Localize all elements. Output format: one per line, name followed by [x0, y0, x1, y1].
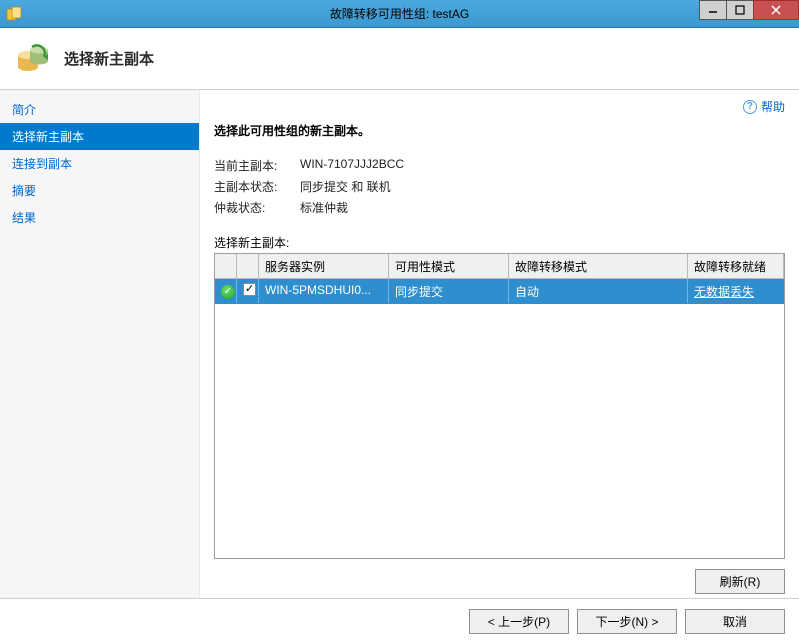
replica-grid: 服务器实例 可用性模式 故障转移模式 故障转移就绪 ✓ WIN-5PMSDHUI… [214, 253, 785, 559]
wizard-icon [14, 41, 50, 77]
refresh-button[interactable]: 刷新(R) [695, 569, 785, 594]
prev-button[interactable]: < 上一步(P) [469, 609, 569, 634]
grid-header: 服务器实例 可用性模式 故障转移模式 故障转移就绪 [215, 254, 784, 279]
col-readiness: 故障转移就绪 [688, 254, 784, 278]
app-icon [6, 6, 22, 22]
primary-state-value: 同步提交 和 联机 [300, 178, 391, 195]
grid-body: ✓ WIN-5PMSDHUI0... 同步提交 自动 无数据丢失 [215, 279, 784, 558]
next-button[interactable]: 下一步(N) > [577, 609, 677, 634]
step-intro[interactable]: 简介 [0, 96, 199, 123]
col-status [215, 254, 237, 278]
maximize-button[interactable] [726, 0, 754, 20]
table-caption: 选择新主副本: [214, 234, 785, 251]
cancel-button[interactable]: 取消 [685, 609, 785, 634]
window-controls [700, 0, 799, 20]
check-ok-icon: ✓ [221, 285, 235, 299]
window-title: 故障转移可用性组: testAG [330, 5, 469, 22]
col-failover: 故障转移模式 [509, 254, 688, 278]
row-readiness: 无数据丢失 [688, 279, 784, 303]
help-link[interactable]: ? 帮助 [743, 98, 785, 115]
quorum-label: 仲裁状态: [214, 199, 300, 216]
status-summary: 当前主副本: WIN-7107JJJ2BCC 主副本状态: 同步提交 和 联机 … [214, 157, 785, 220]
row-mode: 同步提交 [389, 279, 509, 303]
quorum-value: 标准仲裁 [300, 199, 348, 216]
step-connect-replica[interactable]: 连接到副本 [0, 150, 199, 177]
minimize-button[interactable] [699, 0, 727, 20]
row-server: WIN-5PMSDHUI0... [259, 279, 389, 303]
page-title: 选择新主副本 [64, 48, 154, 69]
primary-state-label: 主副本状态: [214, 178, 300, 195]
row-checkbox[interactable] [243, 283, 256, 296]
step-select-primary[interactable]: 选择新主副本 [0, 123, 199, 150]
col-server: 服务器实例 [259, 254, 389, 278]
step-summary[interactable]: 摘要 [0, 177, 199, 204]
wizard-footer: < 上一步(P) 下一步(N) > 取消 [0, 598, 799, 644]
instruction-text: 选择此可用性组的新主副本。 [214, 122, 785, 139]
step-results[interactable]: 结果 [0, 204, 199, 231]
row-status-icon: ✓ [215, 279, 237, 303]
close-button[interactable] [753, 0, 799, 20]
wizard-steps-sidebar: 简介 选择新主副本 连接到副本 摘要 结果 [0, 90, 200, 598]
help-label: 帮助 [761, 98, 785, 115]
titlebar: 故障转移可用性组: testAG [0, 0, 799, 28]
current-primary-label: 当前主副本: [214, 157, 300, 174]
current-primary-value: WIN-7107JJJ2BCC [300, 157, 404, 174]
wizard-header: 选择新主副本 [0, 28, 799, 90]
col-mode: 可用性模式 [389, 254, 509, 278]
help-icon: ? [743, 100, 757, 114]
row-failover: 自动 [509, 279, 688, 303]
col-check [237, 254, 259, 278]
readiness-link[interactable]: 无数据丢失 [694, 285, 754, 299]
row-checkbox-cell [237, 279, 259, 303]
table-row[interactable]: ✓ WIN-5PMSDHUI0... 同步提交 自动 无数据丢失 [215, 279, 784, 304]
